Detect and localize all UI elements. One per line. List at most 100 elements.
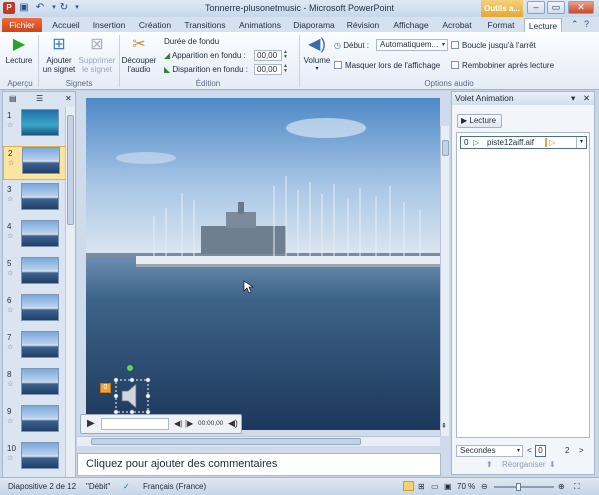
skip-back-icon[interactable]: ◀| <box>174 419 182 428</box>
outline-tab-icon[interactable]: ☰ <box>36 94 43 105</box>
disparition-spinner[interactable]: ▲ ▼ <box>283 64 289 75</box>
tab-transitions[interactable]: Transitions <box>181 18 229 32</box>
pane-options-icon[interactable]: ▾ <box>571 92 575 105</box>
debut-row: ◷ Début : <box>334 40 369 51</box>
apparition-input[interactable]: 00,00 <box>254 50 282 61</box>
lecture-button[interactable]: ▶ Lecture <box>5 36 33 65</box>
tab-revision[interactable]: Révision <box>344 18 382 32</box>
skip-forward-icon[interactable]: |▶ <box>185 419 193 428</box>
timing-dropdown[interactable]: Secondes ▾ <box>456 445 523 457</box>
boucle-checkbox-box[interactable] <box>451 41 459 49</box>
timeline-prev-icon[interactable]: < <box>527 446 532 455</box>
animation-item[interactable]: 0 ▷ piste12aiff.aif ▷ ▾ <box>460 136 587 149</box>
timeline-start[interactable]: 0 <box>535 445 546 457</box>
decouper-audio-button[interactable]: ✂ Découper l'audio <box>121 36 157 74</box>
move-up-icon[interactable]: ⬆ <box>486 460 493 469</box>
supprimer-signet-button[interactable]: ⊠ Supprimer le signet <box>78 36 116 74</box>
slide-thumbnail[interactable]: 8 ☆ <box>3 368 67 402</box>
scroll-thumb[interactable] <box>67 115 74 225</box>
slide-sorter-icon[interactable]: ⊞ <box>418 478 425 495</box>
disparition-input[interactable]: 00,00 <box>254 64 282 75</box>
slide-thumbnail[interactable]: 5 ☆ <box>3 257 67 291</box>
close-button[interactable]: ✕ <box>568 1 594 14</box>
anim-item-name: piste12aiff.aif <box>487 138 534 147</box>
collapse-ribbon-icon[interactable]: ⌃ <box>571 19 579 30</box>
language[interactable]: Français (France) <box>143 478 206 495</box>
apparition-spinner[interactable]: ▲ ▼ <box>283 50 289 61</box>
tab-accueil[interactable]: Accueil <box>48 18 84 32</box>
slide-thumbnail[interactable]: 3 ☆ <box>3 183 67 217</box>
tab-lecture[interactable]: Lecture <box>524 18 562 32</box>
ajouter-signet-button[interactable]: ⊞ Ajouter un signet <box>41 36 77 74</box>
minimize-button[interactable]: – <box>527 1 545 14</box>
hscroll-thumb[interactable] <box>91 438 361 445</box>
anim-item-dropdown-icon[interactable]: ▾ <box>576 137 586 148</box>
zoom-slider[interactable] <box>494 483 554 491</box>
slide-preview-image <box>21 109 59 136</box>
media-progress-bar[interactable] <box>101 418 169 430</box>
zoom-level[interactable]: 70 % <box>457 478 475 495</box>
add-bookmark-icon: ⊞ <box>52 36 66 53</box>
close-panel-icon[interactable]: ✕ <box>65 94 72 105</box>
slide-thumbnail[interactable]: 7 ☆ <box>3 331 67 365</box>
slide-scroll-thumb[interactable] <box>442 140 449 156</box>
move-down-icon[interactable]: ⬇ <box>549 460 556 469</box>
slide-number: 7 <box>7 333 12 342</box>
help-icon[interactable]: ? <box>584 19 589 29</box>
fit-slide-icon[interactable]: ⛶ <box>574 478 580 495</box>
tab-insertion[interactable]: Insertion <box>88 18 130 32</box>
apparition-label: Apparition en fondu : <box>171 51 246 60</box>
slide-info[interactable]: Diapositive 2 de 12 <box>8 478 76 495</box>
slide-vertical-scrollbar[interactable]: ⇞ <box>440 126 449 436</box>
debut-dropdown[interactable]: Automatiquem... ▾ <box>376 39 448 51</box>
restore-button[interactable]: ▭ <box>547 1 565 14</box>
slide-thumbnail[interactable]: 6 ☆ <box>3 294 67 328</box>
tab-creation[interactable]: Création <box>135 18 175 32</box>
slide-preview-image <box>21 294 59 321</box>
close-pane-icon[interactable]: ✕ <box>583 92 590 105</box>
anim-play-button[interactable]: ▶ Lecture <box>457 114 502 128</box>
tab-format[interactable]: Format <box>484 18 518 32</box>
slide-thumbnail[interactable]: 10 ☆ <box>3 442 67 476</box>
tab-acrobat[interactable]: Acrobat <box>440 18 474 32</box>
prev-slide-icon[interactable]: ⇞ <box>441 422 447 430</box>
zoom-slider-thumb[interactable] <box>516 483 521 491</box>
slide-thumbnail[interactable]: 4 ☆ <box>3 220 67 254</box>
play-media-icon[interactable]: ▶ <box>87 418 95 429</box>
slideshow-icon[interactable]: ▣ <box>444 478 452 495</box>
slide-canvas[interactable]: 0 <box>86 98 440 430</box>
group-label-signets: Signets <box>65 79 93 88</box>
rembobiner-checkbox[interactable]: Rembobiner après lecture <box>451 60 554 71</box>
tab-fichier[interactable]: Fichier <box>2 18 42 32</box>
duree-fondu-label: Durée de fondu <box>164 37 220 46</box>
tab-animations[interactable]: Animations <box>236 18 284 32</box>
zoom-out-icon[interactable]: ⊖ <box>481 478 488 495</box>
boucle-checkbox[interactable]: Boucle jusqu'à l'arrêt <box>451 40 536 51</box>
disparition-row: ◣ Disparition en fondu : <box>164 64 248 75</box>
thumbnails-scrollbar[interactable] <box>65 107 75 478</box>
masquer-checkbox-box[interactable] <box>334 61 342 69</box>
spellcheck-icon[interactable]: ✓ <box>123 478 130 495</box>
media-volume-icon[interactable]: ◀) <box>228 418 238 429</box>
normal-view-icon[interactable] <box>403 481 414 491</box>
timeline-next-icon[interactable]: > <box>579 446 584 455</box>
anim-timeline-bar <box>545 138 547 147</box>
zoom-in-icon[interactable]: ⊕ <box>558 478 565 495</box>
masquer-checkbox[interactable]: Masquer lors de l'affichage <box>334 60 440 71</box>
animation-star-icon: ☆ <box>7 455 14 462</box>
notes-area[interactable]: Cliquez pour ajouter des commentaires <box>77 453 441 476</box>
ribbon: ▶ Lecture Aperçu ⊞ Ajouter un signet ⊠ S… <box>0 32 599 90</box>
slide-thumbnail[interactable]: 9 ☆ <box>3 405 67 439</box>
slide-thumbnail[interactable]: 1 ☆ <box>3 109 67 143</box>
reading-view-icon[interactable]: ▭ <box>431 478 439 495</box>
tab-diaporama[interactable]: Diaporama <box>291 18 337 32</box>
rembobiner-checkbox-box[interactable] <box>451 61 459 69</box>
decouper-label-1: Découper <box>121 56 157 65</box>
theme-name[interactable]: "Débit" <box>86 478 110 495</box>
tab-affichage[interactable]: Affichage <box>390 18 432 32</box>
volume-button[interactable]: ◀) Volume ▾ <box>302 36 332 74</box>
slides-tab-icon[interactable]: ▤ <box>9 94 17 105</box>
rotation-handle[interactable] <box>127 365 133 371</box>
slide-thumbnail[interactable]: 2 ☆ <box>3 146 67 180</box>
slide-horizontal-scrollbar[interactable] <box>77 436 440 446</box>
